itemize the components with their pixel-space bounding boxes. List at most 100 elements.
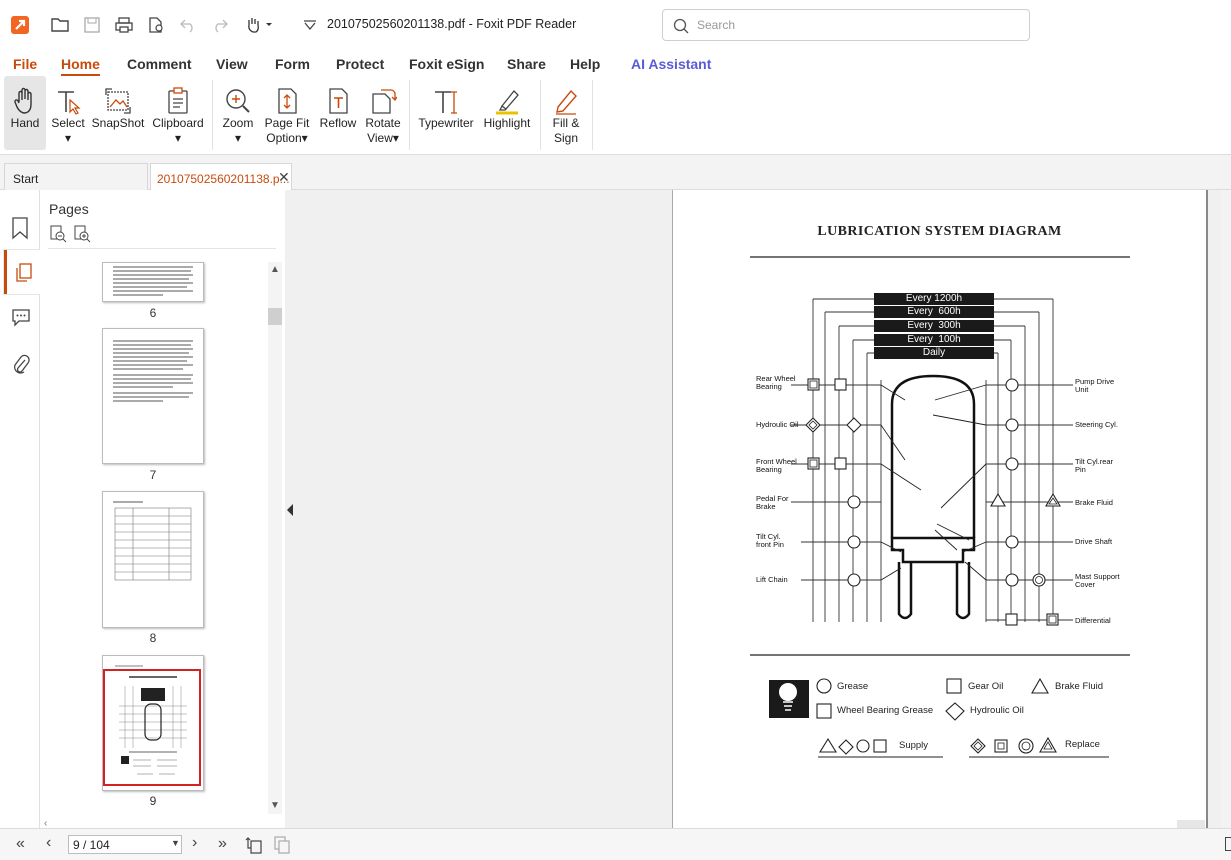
fill-and-sign-button[interactable]: Fill & Sign xyxy=(546,76,586,150)
label-mast-support-cover: Mast Support Cover xyxy=(1075,572,1120,589)
last-page-icon[interactable]: » xyxy=(218,835,227,853)
interval-every-1200h: Every 1200h xyxy=(905,293,963,304)
typewriter-label: Typewriter xyxy=(418,116,474,130)
next-view-icon[interactable] xyxy=(273,836,291,857)
label-rear-wheel-bearing: Rear Wheel Bearing xyxy=(756,374,796,391)
page-scroll-indicator[interactable] xyxy=(1177,820,1205,828)
page-fit-dropdown-icon[interactable]: ▾ xyxy=(302,131,308,145)
select-tool-button[interactable]: Select ▾ xyxy=(48,76,88,150)
hand-icon xyxy=(4,76,46,116)
interval-every-100h: Every 100h xyxy=(907,334,961,345)
menu-comment[interactable]: Comment xyxy=(127,56,192,72)
tab-start-label: Start xyxy=(13,172,39,186)
tab-document[interactable]: 20107502560201138.p... ✕ xyxy=(150,163,292,191)
menu-help[interactable]: Help xyxy=(570,56,600,72)
pages-scrollbar-thumb[interactable] xyxy=(268,308,282,325)
clipboard-dropdown-icon[interactable]: ▾ xyxy=(150,131,206,146)
ribbon-separator xyxy=(592,80,593,150)
interval-every-600h: Every 600h xyxy=(907,306,961,317)
highlight-icon xyxy=(479,76,535,116)
hand-dropdown-icon[interactable] xyxy=(242,13,276,37)
rotate-label-2: View xyxy=(367,131,393,145)
page-thumbnail-7[interactable] xyxy=(102,328,204,464)
zoom-dropdown-icon[interactable]: ▾ xyxy=(218,131,258,146)
page-thumbnail-8[interactable] xyxy=(102,491,204,628)
page-fit-option-button[interactable]: Page Fit Option▾ xyxy=(262,76,312,150)
label-front-wheel-bearing: Front Wheel Bearing xyxy=(756,457,797,474)
menu-protect[interactable]: Protect xyxy=(336,56,384,72)
pdf-page: LUBRICATION SYSTEM DIAGRAM Every 1200h E… xyxy=(672,190,1208,828)
save-icon[interactable] xyxy=(80,13,104,37)
search-input[interactable]: Search xyxy=(662,9,1030,41)
zoom-button[interactable]: Zoom ▾ xyxy=(218,76,258,150)
ribbon-separator xyxy=(409,80,410,150)
foxit-logo-icon xyxy=(8,13,32,37)
scroll-up-icon[interactable]: ▲ xyxy=(270,264,280,275)
view-mode-icon[interactable] xyxy=(1225,837,1231,851)
highlight-label: Highlight xyxy=(483,116,531,130)
quick-access-dropdown-icon[interactable] xyxy=(298,13,322,37)
tab-close-icon[interactable]: ✕ xyxy=(278,169,290,186)
lubrication-diagram xyxy=(750,256,1130,758)
previous-view-icon[interactable] xyxy=(245,836,263,857)
pages-scrollbar[interactable]: ▲ ▼ xyxy=(268,262,282,814)
label-pedal-for-brake: Pedal For Brake xyxy=(756,494,789,511)
menu-view[interactable]: View xyxy=(216,56,248,72)
snapshot-button[interactable]: SnapShot xyxy=(90,76,146,150)
ribbon-separator xyxy=(540,80,541,150)
tab-start[interactable]: Start xyxy=(4,163,148,190)
document-scrollbar[interactable] xyxy=(1221,190,1231,828)
typewriter-button[interactable]: Typewriter xyxy=(416,76,476,150)
highlight-button[interactable]: Highlight xyxy=(479,76,535,150)
window-title: 20107502560201138.pdf - Foxit PDF Reader xyxy=(327,17,577,31)
undo-icon[interactable] xyxy=(176,13,200,37)
label-steering-cyl: Steering Cyl. xyxy=(1075,420,1118,429)
menu-ai-assistant[interactable]: AI Assistant xyxy=(631,56,711,72)
menu-home[interactable]: Home xyxy=(61,56,100,76)
pages-panel-tab[interactable] xyxy=(4,250,40,294)
legend-wheel-bearing-grease: Wheel Bearing Grease xyxy=(837,705,934,716)
label-tilt-cyl-rear-pin: Tilt Cyl.rear Pin xyxy=(1075,457,1114,474)
rotate-dropdown-icon[interactable]: ▾ xyxy=(393,131,399,145)
rotate-view-button[interactable]: Rotate View▾ xyxy=(362,76,404,150)
legend-supply: Supply xyxy=(899,740,929,751)
menu-form[interactable]: Form xyxy=(275,56,310,72)
print-icon[interactable] xyxy=(112,13,136,37)
zoom-out-thumbnail-icon[interactable] xyxy=(49,225,67,246)
label-drive-shaft: Drive Shaft xyxy=(1075,537,1113,546)
comments-icon[interactable] xyxy=(10,306,32,331)
menu-file[interactable]: File xyxy=(13,56,37,72)
page-fit-icon xyxy=(262,76,312,116)
menu-foxit-esign[interactable]: Foxit eSign xyxy=(409,56,484,72)
menu-bar: File Home Comment View Form Protect Foxi… xyxy=(0,50,1231,76)
menu-share[interactable]: Share xyxy=(507,56,546,72)
scroll-down-icon[interactable]: ▼ xyxy=(270,800,280,811)
collapse-panel-icon[interactable] xyxy=(285,500,295,520)
properties-icon[interactable] xyxy=(144,13,168,37)
ribbon-separator xyxy=(212,80,213,150)
zoom-in-thumbnail-icon[interactable] xyxy=(73,225,91,246)
select-dropdown-icon[interactable]: ▾ xyxy=(48,131,88,146)
first-page-icon[interactable]: « xyxy=(16,835,25,853)
pages-icon xyxy=(16,263,32,282)
navigation-panel-strip xyxy=(0,190,40,828)
snapshot-label: SnapShot xyxy=(91,116,145,130)
page-number-value: 9 / 104 xyxy=(73,838,110,852)
panel-divider xyxy=(48,248,276,249)
page-number-dropdown-icon[interactable]: ▼ xyxy=(171,838,180,848)
hand-tool-button[interactable]: Hand xyxy=(4,76,46,150)
redo-icon[interactable] xyxy=(208,13,232,37)
clipboard-button[interactable]: Clipboard ▾ xyxy=(150,76,206,150)
previous-page-icon[interactable]: ‹ xyxy=(46,834,51,852)
bookmark-icon[interactable] xyxy=(10,216,30,243)
page-fit-label-2: Option xyxy=(266,131,302,145)
next-page-icon[interactable]: › xyxy=(192,834,197,852)
page-fit-label: Page Fit xyxy=(264,116,310,130)
page-thumbnail-label: 9 xyxy=(149,794,157,808)
reflow-button[interactable]: Reflow xyxy=(316,76,360,150)
page-thumbnail-6[interactable] xyxy=(102,262,204,302)
attachment-icon[interactable] xyxy=(11,353,31,380)
page-thumbnail-9[interactable] xyxy=(102,655,204,791)
page-number-field[interactable]: 9 / 104 ▼ xyxy=(68,835,182,854)
open-folder-icon[interactable] xyxy=(48,13,72,37)
